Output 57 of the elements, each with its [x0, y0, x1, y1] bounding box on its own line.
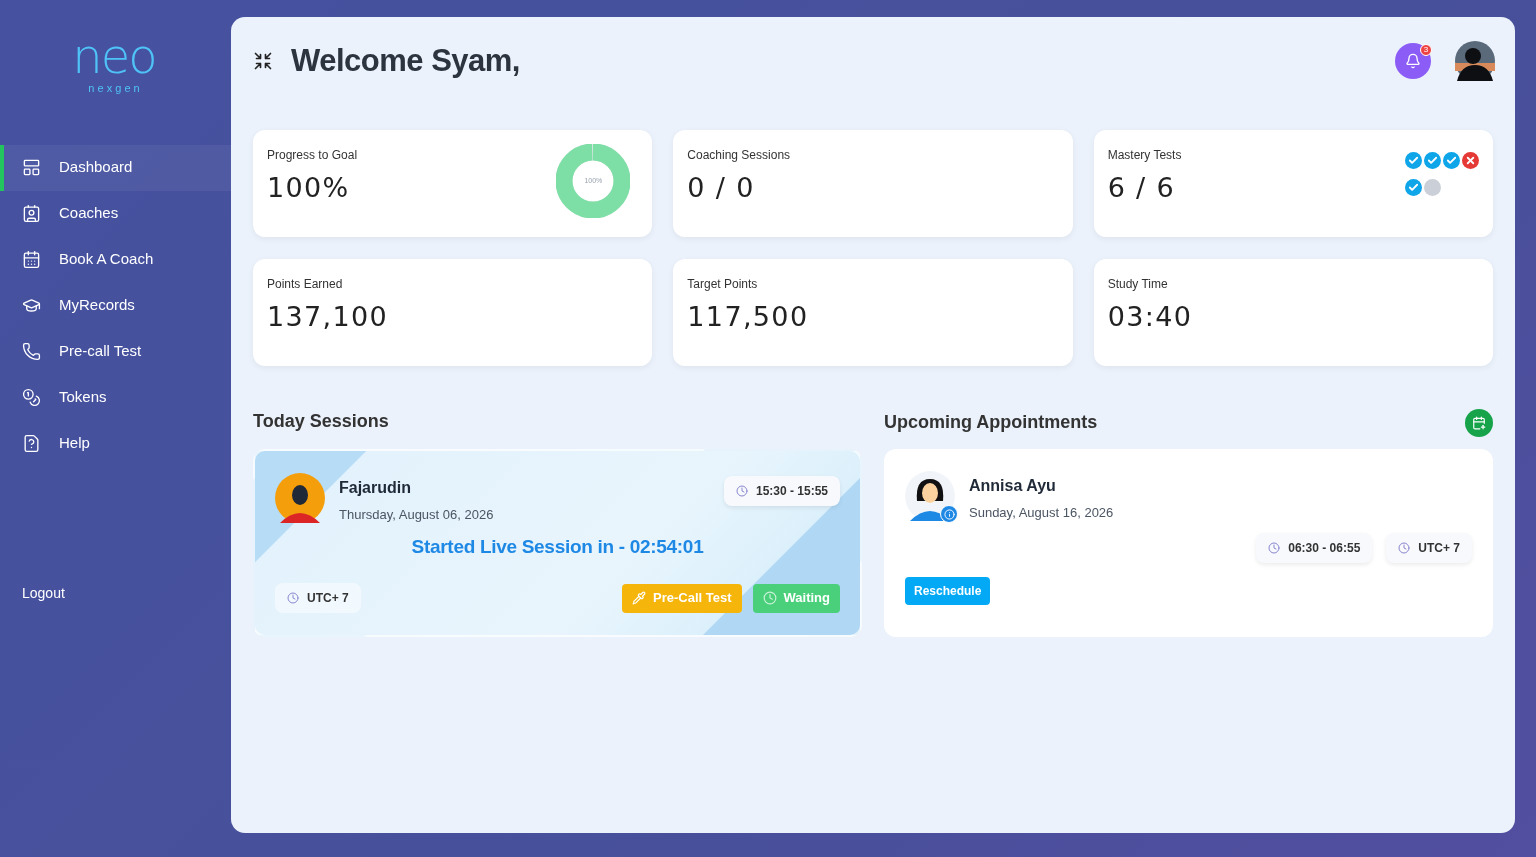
time-chip: UTC+ 7 — [275, 583, 361, 613]
stat-label: Target Points — [687, 276, 759, 293]
time-chip: 15:30 - 15:55 — [723, 476, 840, 506]
sidebar-item[interactable]: Coaches — [0, 190, 231, 237]
sidebar-item[interactable]: Dashboard — [0, 144, 231, 191]
stat-label: Progress to Goal — [267, 147, 358, 164]
bell-icon — [1405, 53, 1421, 69]
coach-name: Fajarudin — [339, 478, 412, 498]
notification-button[interactable]: 3 — [1395, 43, 1431, 79]
stat-label: Mastery Tests — [1107, 147, 1182, 164]
sidebar-item[interactable]: Pre-call Test — [0, 328, 231, 375]
stat-value: 0 / 0 — [687, 171, 756, 205]
calendar-plus-icon — [1472, 415, 1486, 430]
add-appointment-button[interactable] — [1465, 408, 1493, 437]
countdown-text: Started Live Session in - 02:54:01 — [410, 534, 705, 559]
contact-card-icon — [22, 204, 41, 223]
clock-icon — [287, 592, 299, 604]
stat-value: 6 / 6 — [1107, 171, 1177, 205]
notification-badge: 3 — [1420, 44, 1432, 56]
stat-label: Study Time — [1107, 276, 1169, 293]
section-title: Today Sessions — [253, 410, 390, 433]
clock-icon — [1398, 541, 1411, 554]
clock-icon — [762, 591, 777, 605]
stat-value: 117,500 — [687, 300, 809, 334]
session-date: Thursday, August 06, 2026 — [339, 506, 494, 524]
stat-label: Points Earned — [267, 276, 344, 293]
stat-value: 03:40 — [1107, 300, 1193, 334]
sidebar-item[interactable]: Book A Coach — [0, 236, 231, 283]
welcome-title: Welcome Syam, — [291, 41, 520, 80]
sidebar-item[interactable]: Help — [0, 420, 231, 467]
time-chip: 06:30 - 06:55 — [1256, 532, 1373, 563]
avatar-icon — [275, 473, 325, 523]
coins-icon — [22, 388, 41, 407]
collapse-icon[interactable] — [253, 51, 273, 71]
stat-label: Coaching Sessions — [687, 147, 791, 164]
info-icon[interactable] — [940, 505, 958, 523]
dashboard-icon — [22, 158, 41, 177]
graduation-cap-icon — [22, 296, 41, 315]
coach-name: Annisa Ayu — [969, 476, 1057, 496]
section-title: Upcoming Appointments — [884, 411, 1098, 434]
time-chip: UTC+ 7 — [1386, 532, 1472, 563]
help-icon — [22, 434, 41, 453]
clock-icon — [1268, 541, 1281, 554]
calendar-icon — [22, 250, 41, 269]
avatar-icon — [905, 471, 955, 521]
logo-mark: neo — [72, 36, 156, 76]
pipette-icon — [632, 591, 647, 605]
phone-icon — [22, 342, 41, 361]
logout-link[interactable]: Logout — [22, 582, 231, 604]
sidebar-item[interactable]: MyRecords — [0, 282, 231, 329]
sidebar-item[interactable]: Tokens — [0, 374, 231, 421]
profile-avatar[interactable] — [1455, 41, 1495, 81]
clock-icon — [735, 485, 748, 497]
stat-value: 100% — [267, 171, 351, 205]
logo-subtitle: n e x g e n — [88, 81, 140, 96]
stat-value: 137,100 — [267, 300, 389, 334]
appointment-date: Sunday, August 16, 2026 — [969, 504, 1114, 522]
